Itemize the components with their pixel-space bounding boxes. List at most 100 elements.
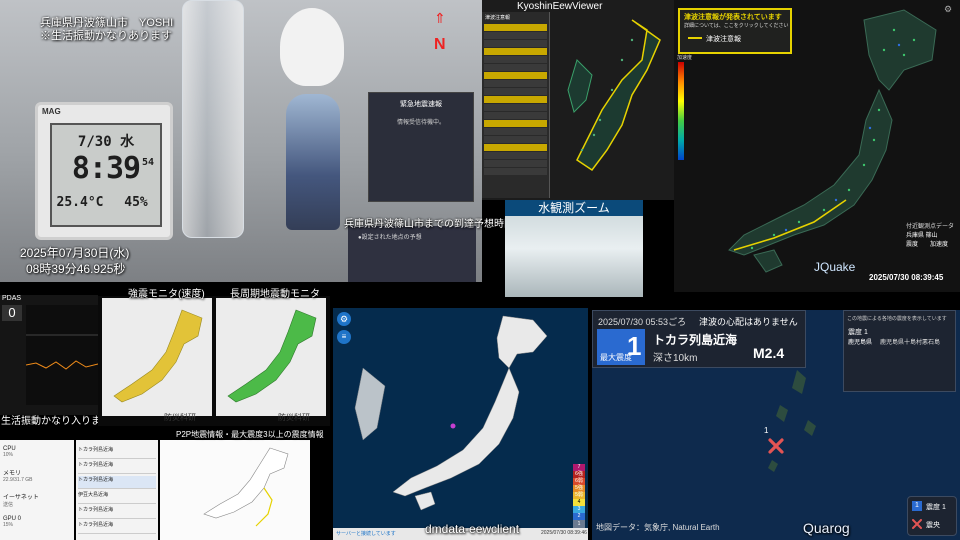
list-item[interactable] bbox=[484, 112, 547, 119]
list-item[interactable] bbox=[484, 24, 547, 31]
jquake-stations-title: 付近観測点データ bbox=[906, 224, 955, 230]
dmdata-time: 2025/07/30 08:39:46 bbox=[541, 530, 587, 536]
kyoshin-title: KyoshinEewViewer bbox=[517, 1, 603, 12]
list-item[interactable] bbox=[484, 56, 547, 63]
legend-title: 加速度 bbox=[677, 55, 693, 61]
sys-memory: メモリ 22.9/31.7 GB bbox=[3, 471, 33, 483]
settings-icon[interactable]: ⚙ bbox=[337, 312, 351, 326]
camera-date: 2025年07月30日(水) bbox=[20, 246, 130, 260]
clock-temp: 25.4°C bbox=[56, 195, 104, 210]
list-item[interactable]: トカラ列島近海 bbox=[78, 506, 156, 519]
water-zoom-panel: 水観測ズーム bbox=[505, 200, 643, 297]
scale-3: 3 bbox=[573, 506, 585, 513]
pdas-waveform bbox=[26, 305, 98, 405]
max-intensity-value: 1 bbox=[627, 331, 642, 361]
list-item[interactable] bbox=[484, 96, 547, 103]
list-item[interactable] bbox=[484, 48, 547, 55]
p2p-quake-list[interactable]: トカラ列島近海 トカラ列島近海 トカラ列島近海 伊豆大島近海 トカラ列島近海 ト… bbox=[76, 440, 158, 540]
tsunami-banner-title: 津波注意報が発表されています bbox=[684, 14, 782, 21]
list-item[interactable] bbox=[484, 72, 547, 79]
jquake-name: JQuake bbox=[814, 260, 856, 274]
intensity-swatch: 1 bbox=[912, 501, 922, 511]
list-item[interactable] bbox=[484, 64, 547, 71]
eta-title: 兵庫県丹波篠山市までの到達予想時間 bbox=[344, 219, 514, 230]
tsunami-line-icon bbox=[688, 37, 702, 39]
quake-magnitude: M2.4 bbox=[753, 345, 785, 361]
sys-gpu: GPU 0 15% bbox=[3, 516, 22, 528]
anime-figure bbox=[286, 94, 340, 230]
clock-date: 7/30 水 bbox=[77, 134, 135, 150]
list-item[interactable]: トカラ列島近海 bbox=[78, 446, 156, 459]
tsunami-info: 津波の心配はありません bbox=[699, 317, 798, 327]
sys-ethernet: イーサネット 送信 bbox=[3, 495, 39, 508]
list-item[interactable] bbox=[484, 104, 547, 111]
legend-colorbar bbox=[678, 62, 684, 160]
scale-6minus: 6弱 bbox=[573, 478, 585, 485]
long-monitor-title: 長周期地震動モニタ bbox=[230, 289, 320, 300]
monitors-panel: 防災科研 防災科研 bbox=[98, 296, 330, 426]
eta-panel: ●設定された地点の予想 bbox=[348, 226, 476, 282]
pdas-caption: 生活振動かなり入ります bbox=[1, 416, 111, 427]
jquake-legend-accel: 加速度 bbox=[930, 242, 949, 248]
list-item[interactable]: トカラ列島近海 bbox=[78, 461, 156, 474]
scale-7: 7 bbox=[573, 464, 585, 471]
kyoshin-eew-list[interactable]: 津波注意報 bbox=[482, 12, 550, 198]
legend-epicenter: 震央 bbox=[926, 522, 940, 529]
list-item[interactable]: トカラ列島近海 bbox=[78, 521, 156, 534]
quarog-attribution: 地図データ：気象庁, Natural Earth bbox=[596, 523, 720, 532]
strong-motion-map bbox=[102, 298, 212, 416]
jquake-station: 兵庫県 篠山 bbox=[906, 233, 938, 239]
list-item[interactable] bbox=[484, 160, 547, 167]
quake-area: トカラ列島近海 bbox=[653, 333, 738, 347]
north-label: N bbox=[434, 36, 446, 53]
side-pref: 鹿児島県 bbox=[848, 340, 873, 346]
scale-4: 4 bbox=[573, 499, 585, 506]
list-item[interactable] bbox=[484, 152, 547, 159]
system-monitor: CPU 10% メモリ 22.9/31.7 GB イーサネット 送信 GPU 0 15% bbox=[0, 440, 74, 540]
list-item[interactable] bbox=[484, 120, 547, 127]
list-item[interactable] bbox=[484, 80, 547, 87]
list-item[interactable]: 伊豆大島近海 bbox=[78, 491, 156, 504]
scale-5plus: 5強 bbox=[573, 485, 585, 492]
quake-depth: 深さ10km bbox=[653, 353, 698, 364]
long-period-map bbox=[216, 298, 326, 416]
quarog-name: Quarog bbox=[803, 520, 850, 536]
list-icon[interactable]: ≡ bbox=[337, 330, 351, 344]
p2p-map bbox=[160, 440, 310, 540]
quarog-intensity-list: この地震による各地の震度を表示しています 震度 1 鹿児島県 鹿児島県十島村悪石… bbox=[843, 310, 956, 392]
p2p-title: P2P地震情報・最大震度3以上の震度情報 bbox=[176, 430, 324, 439]
list-item[interactable] bbox=[484, 88, 547, 95]
pdas-value: 0 bbox=[2, 305, 22, 321]
pdas-title: PDAS bbox=[2, 295, 22, 302]
list-item[interactable] bbox=[484, 32, 547, 39]
clock-seconds: 54 bbox=[142, 157, 155, 168]
quarog-info: 2025/07/30 05:53ごろ 津波の心配はありません 最大震度 1 トカ… bbox=[592, 310, 806, 368]
intensity-scale: 7 6強 6弱 5強 5弱 4 3 2 1 bbox=[573, 464, 585, 528]
dmdata-panel: ⚙ ≡ 7 6強 6弱 5強 5弱 4 3 2 1 サーバーと接続しています 2… bbox=[333, 308, 588, 540]
list-item[interactable] bbox=[484, 128, 547, 135]
water-zoom-title: 水観測ズーム bbox=[505, 200, 643, 216]
max-intensity-box: 最大震度 1 bbox=[597, 329, 645, 365]
pdas-panel: PDAS 0 bbox=[0, 295, 98, 415]
tsunami-banner-sub: 詳細については、ここをクリックしてください bbox=[684, 23, 789, 29]
scale-2: 2 bbox=[573, 513, 585, 520]
side-intensity: 震度 1 bbox=[848, 329, 868, 336]
settings-icon[interactable]: ⚙ bbox=[944, 4, 952, 15]
list-item[interactable] bbox=[484, 144, 547, 151]
list-item[interactable] bbox=[484, 136, 547, 143]
water-bottle bbox=[182, 0, 244, 238]
tsunami-banner[interactable]: 津波注意報が発表されています 詳細については、ここをクリックしてください 津波注… bbox=[678, 8, 792, 54]
acceleration-legend: 加速度 bbox=[676, 54, 698, 162]
side-title: この地震による各地の震度を表示しています bbox=[847, 316, 947, 322]
list-item[interactable] bbox=[484, 168, 547, 175]
dmdata-map bbox=[354, 315, 548, 511]
sys-cpu: CPU 10% bbox=[3, 446, 16, 458]
bear-figure bbox=[280, 8, 344, 86]
eew-status: 情報受信待機中。 bbox=[396, 120, 445, 126]
list-item[interactable] bbox=[484, 40, 547, 47]
clock-humidity: 45% bbox=[124, 195, 148, 210]
list-item[interactable]: トカラ列島近海 bbox=[78, 476, 156, 489]
legend-epicenter-icon bbox=[912, 519, 922, 529]
quarog-legend: 1 震度 1 震央 bbox=[907, 496, 957, 536]
scale-6plus: 6強 bbox=[573, 471, 585, 478]
